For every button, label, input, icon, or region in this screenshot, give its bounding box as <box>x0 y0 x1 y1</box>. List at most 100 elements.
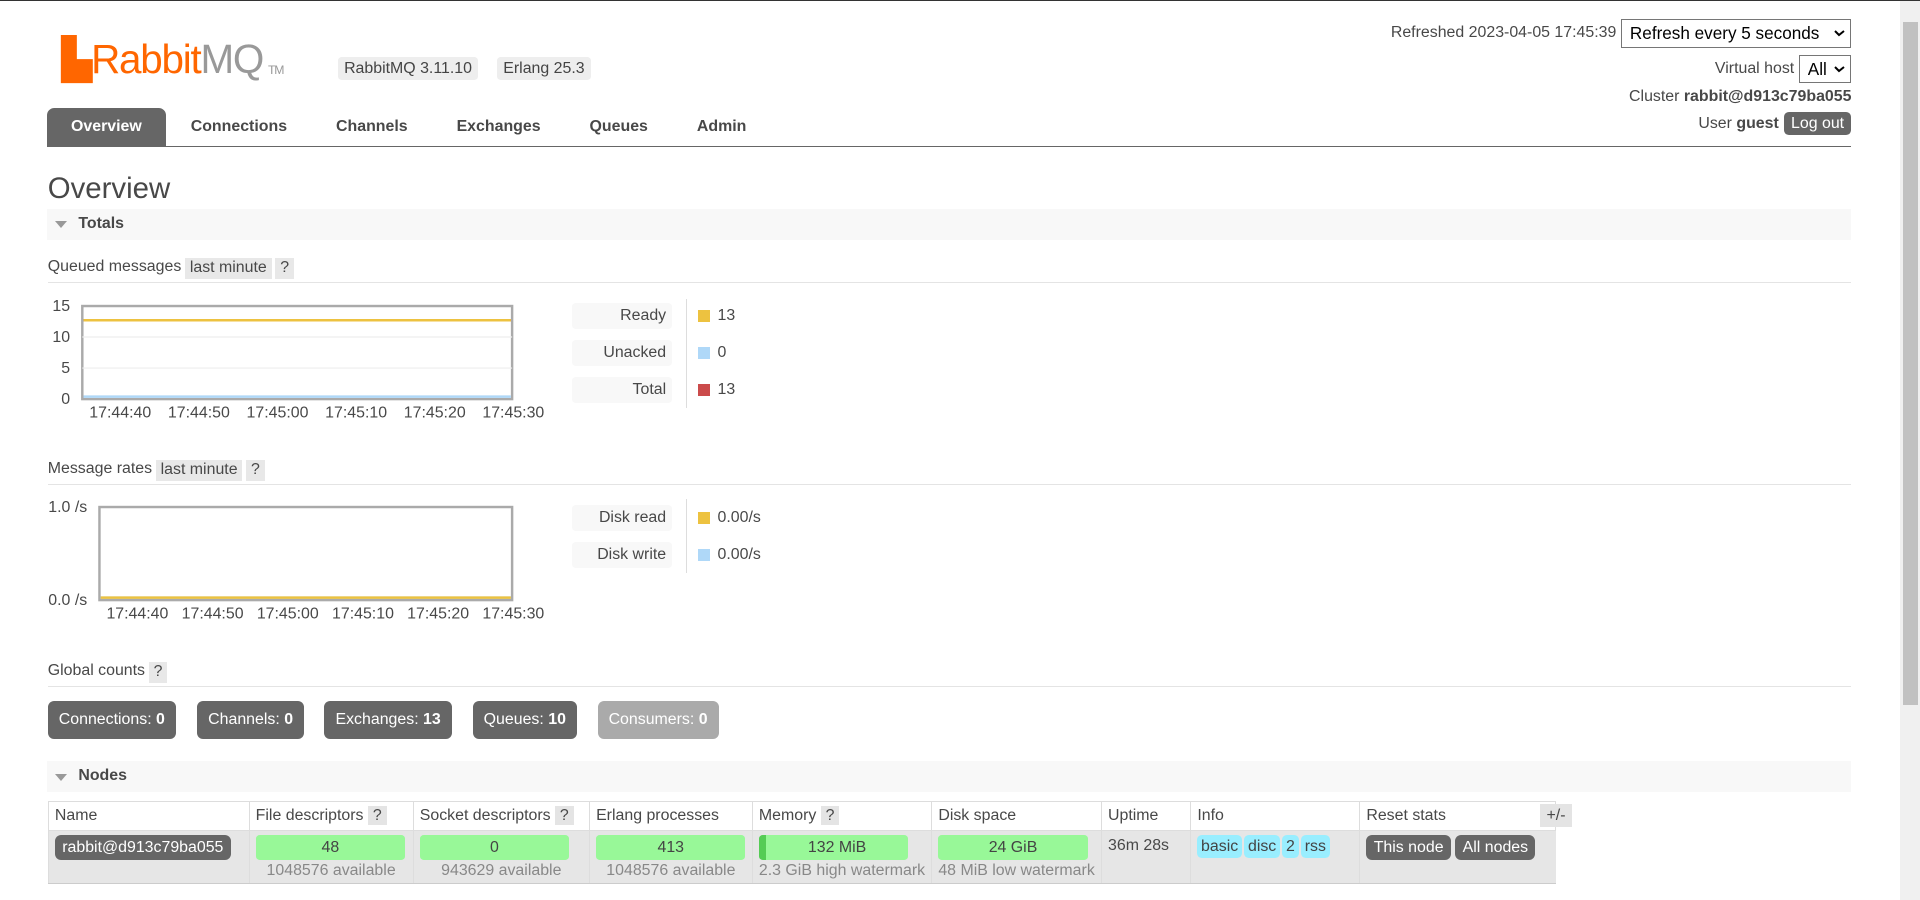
x-tick-label: 17:45:30 <box>482 605 544 622</box>
message-rates-header: Message rates last minute? <box>47 460 1852 485</box>
global-counts-header: Global counts? <box>47 662 1852 687</box>
fd-bar: 48 <box>255 834 406 861</box>
legend-label: Unacked <box>571 340 673 366</box>
collapse-triangle-icon <box>55 773 68 781</box>
queued-label: Queued messages <box>47 258 182 276</box>
memory-bar: 132 MiB <box>758 834 909 861</box>
legend-value: 13 <box>697 303 735 329</box>
exchanges-count-button[interactable]: Exchanges: 13 <box>324 701 452 740</box>
refresh-row: Refreshed 2023-04-05 17:45:39 Refresh ev… <box>1390 19 1852 48</box>
help-button[interactable]: ? <box>820 805 840 825</box>
uptime-value: 36m 28s <box>1100 830 1191 885</box>
plot-frame <box>97 505 514 601</box>
vhost-row: Virtual host All <box>1715 54 1852 84</box>
legend-swatch <box>697 346 711 360</box>
legend-swatch <box>697 512 711 525</box>
y-tick-label: 15 <box>52 298 70 315</box>
tab-exchanges[interactable]: Exchanges <box>432 108 565 146</box>
legend-value: 13 <box>697 377 735 403</box>
table-row: rabbit@d913c79ba055 48 1048576 available … <box>47 830 1556 885</box>
col-erlang-processes: Erlang processes <box>588 800 753 831</box>
legend-divider <box>685 499 687 573</box>
x-tick-label: 17:45:20 <box>403 404 465 421</box>
process-available: 1048576 available <box>606 861 736 879</box>
disk-bar: 24 GiB <box>938 834 1088 861</box>
legend-label: Ready <box>571 303 673 330</box>
rabbitmq-logo: ▙ Rabbit MQ TM <box>61 36 284 83</box>
x-tick-label: 17:44:40 <box>106 605 168 622</box>
x-tick-label: 17:44:50 <box>168 404 230 421</box>
rates-range-button[interactable]: last minute <box>155 460 243 481</box>
queued-range-button[interactable]: last minute <box>184 258 272 279</box>
legend-value: 0.00/s <box>697 505 761 531</box>
scrollbar-thumb[interactable] <box>1902 21 1918 706</box>
page-title: Overview <box>47 172 171 206</box>
col-memory: Memory ? <box>751 800 933 831</box>
x-tick-label: 17:45:20 <box>407 605 469 622</box>
help-button[interactable]: ? <box>555 805 574 825</box>
logo-mq: MQ <box>200 36 264 83</box>
cluster-row: Cluster rabbit@d913c79ba055 <box>1629 88 1851 106</box>
y-tick-label: 0.0 /s <box>48 592 87 609</box>
x-tick-label: 17:44:50 <box>181 605 243 622</box>
connections-count-button[interactable]: Connections: 0 <box>47 701 176 740</box>
tab-admin[interactable]: Admin <box>672 108 770 146</box>
col-socket-descriptors: Socket descriptors ? <box>412 800 590 831</box>
col-disk-space: Disk space <box>931 800 1102 831</box>
node-name-link[interactable]: rabbit@d913c79ba055 <box>54 834 231 861</box>
x-tick-label: 17:45:00 <box>257 605 319 622</box>
rates-help-button[interactable]: ? <box>246 460 265 481</box>
message-rates-chart: 1.0 /s 0.0 /s 17:44:40 17:44:50 17:45:00 17:4… <box>48 499 544 623</box>
totals-title: Totals <box>78 215 125 233</box>
socket-available: 943629 available <box>441 861 562 879</box>
x-tick-label: 17:45:10 <box>332 605 394 622</box>
cluster-name: rabbit@d913c79ba055 <box>1683 87 1852 105</box>
y-tick-label: 5 <box>61 360 70 377</box>
tab-connections[interactable]: Connections <box>166 108 311 146</box>
reset-all-nodes-button[interactable]: All nodes <box>1455 834 1536 861</box>
vhost-select[interactable]: All <box>1799 54 1852 84</box>
help-button[interactable]: ? <box>367 805 387 825</box>
legend-swatch <box>697 383 711 396</box>
queued-messages-header: Queued messages last minute? <box>47 258 1852 283</box>
cluster-label: Cluster <box>1629 87 1680 105</box>
legend-label: Total <box>571 376 673 403</box>
logo-rabbit: Rabbit <box>91 36 202 83</box>
collapse-triangle-icon <box>55 221 68 229</box>
reset-this-node-button[interactable]: This node <box>1366 834 1451 861</box>
legend-label: Disk write <box>571 542 673 568</box>
column-toggle-button[interactable]: +/- <box>1540 804 1572 828</box>
col-info: Info <box>1190 800 1361 831</box>
socket-bar: 0 <box>419 834 570 861</box>
logo-tm: TM <box>268 63 284 78</box>
legend-divider <box>685 298 687 408</box>
x-tick-label: 17:44:40 <box>89 404 151 421</box>
queues-count-button[interactable]: Queues: 10 <box>472 701 577 740</box>
memory-watermark: 2.3 GiB high watermark <box>758 861 926 879</box>
global-counts-label: Global counts <box>47 662 146 680</box>
y-tick-label: 10 <box>52 329 70 346</box>
erlang-badge: Erlang 25.3 <box>497 57 591 81</box>
nodes-section-toggle[interactable]: Nodes <box>46 761 1852 793</box>
info-disc: disc <box>1244 834 1280 858</box>
x-tick-label: 17:45:30 <box>482 404 544 421</box>
version-badge: RabbitMQ 3.11.10 <box>337 57 479 81</box>
refreshed-label: Refreshed 2023-04-05 17:45:39 <box>1390 24 1617 42</box>
tab-queues[interactable]: Queues <box>565 108 672 146</box>
nodes-title: Nodes <box>78 767 127 785</box>
col-uptime: Uptime <box>1100 800 1192 831</box>
consumers-count-button[interactable]: Consumers: 0 <box>597 701 719 740</box>
totals-section-toggle[interactable]: Totals <box>46 209 1852 240</box>
queued-help-button[interactable]: ? <box>275 258 294 279</box>
legend-value: 0 <box>697 340 726 366</box>
col-reset-stats: Reset stats <box>1359 800 1557 831</box>
refresh-select[interactable]: Refresh every 5 seconds <box>1621 19 1852 48</box>
process-bar: 413 <box>596 834 746 861</box>
page: ▙ Rabbit MQ TM RabbitMQ 3.11.10 Erlang 25.3… <box>0 0 1920 900</box>
scrollbar[interactable] <box>1900 1 1920 900</box>
tab-channels[interactable]: Channels <box>312 108 433 146</box>
global-help-button[interactable]: ? <box>148 662 168 683</box>
channels-count-button[interactable]: Channels: 0 <box>197 701 305 740</box>
tab-overview[interactable]: Overview <box>46 107 167 146</box>
legend-value: 0.00/s <box>697 542 761 568</box>
